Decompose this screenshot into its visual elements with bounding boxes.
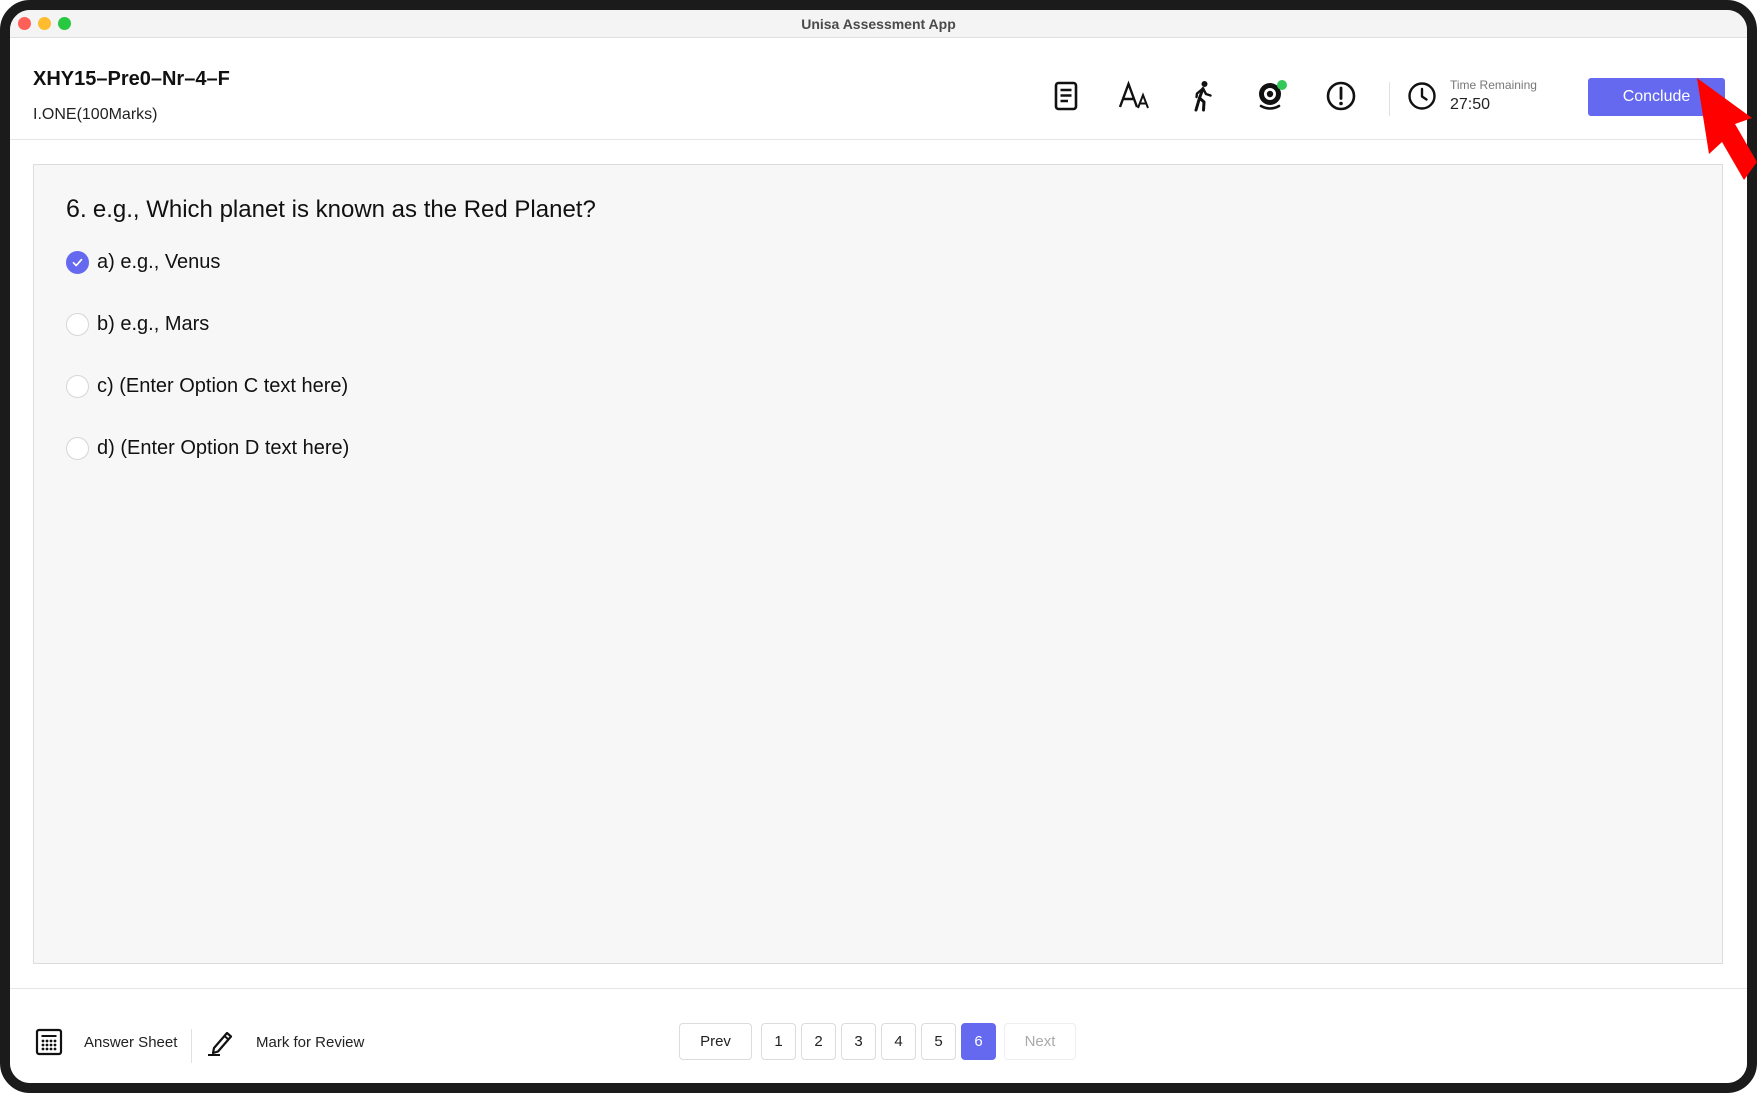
question-text: e.g., Which planet is known as the Red P… bbox=[92, 196, 596, 223]
webcam-button[interactable] bbox=[1252, 76, 1292, 116]
alert-icon bbox=[1326, 81, 1356, 111]
question-text-row: 6. e.g., Which planet is known as the Red… bbox=[66, 195, 596, 224]
mark-for-review-label: Mark for Review bbox=[256, 1033, 365, 1051]
answer-sheet-label: Answer Sheet bbox=[84, 1033, 178, 1051]
next-button[interactable]: Next bbox=[1004, 1023, 1076, 1060]
webcam-status-dot bbox=[1277, 80, 1287, 90]
accessibility-icon bbox=[1194, 81, 1212, 112]
option-a[interactable]: a) e.g., Venus bbox=[66, 251, 220, 274]
page-button-1[interactable]: 1 bbox=[761, 1023, 796, 1060]
option-b-label: b) e.g., Mars bbox=[97, 313, 210, 335]
option-d-label: d) (Enter Option D text here) bbox=[97, 437, 350, 459]
option-b[interactable]: b) e.g., Mars bbox=[66, 313, 209, 336]
page-button-6[interactable]: 6 bbox=[961, 1023, 996, 1060]
time-remaining-label: Time Remaining bbox=[1450, 78, 1537, 92]
mark-for-review-button[interactable]: Mark for Review bbox=[206, 1027, 364, 1057]
footer-divider bbox=[191, 1029, 192, 1063]
accessibility-button[interactable] bbox=[1183, 76, 1223, 116]
notes-icon bbox=[1054, 81, 1078, 111]
pointer-arrow-icon bbox=[1697, 78, 1757, 180]
checkmark-icon bbox=[72, 258, 83, 267]
report-issue-button[interactable] bbox=[1321, 76, 1361, 116]
option-a-radio[interactable] bbox=[66, 251, 89, 274]
option-b-radio[interactable] bbox=[66, 313, 89, 336]
prev-button[interactable]: Prev bbox=[679, 1023, 752, 1060]
option-d[interactable]: d) (Enter Option D text here) bbox=[66, 437, 349, 460]
option-d-radio[interactable] bbox=[66, 437, 89, 460]
font-size-icon bbox=[1118, 80, 1149, 109]
clock-icon bbox=[1408, 82, 1436, 110]
option-a-label: a) e.g., Venus bbox=[97, 251, 221, 273]
grid-icon bbox=[35, 1028, 63, 1056]
time-remaining-value: 27:50 bbox=[1450, 96, 1491, 113]
page-button-4[interactable]: 4 bbox=[881, 1023, 916, 1060]
window-title: Unisa Assessment App bbox=[801, 16, 956, 32]
answer-sheet-button[interactable]: Answer Sheet bbox=[34, 1027, 177, 1057]
page-button-5[interactable]: 5 bbox=[921, 1023, 956, 1060]
question-pagination: Prev 1 2 3 4 5 6 Next bbox=[679, 1023, 1084, 1060]
exam-code: XHY15–Pre0–Nr–4–F bbox=[33, 68, 230, 90]
pencil-icon bbox=[208, 1031, 233, 1056]
option-c-label: c) (Enter Option C text here) bbox=[97, 375, 349, 397]
header-divider bbox=[1389, 82, 1390, 116]
exam-header: XHY15–Pre0–Nr–4–F I.ONE(100Marks) Time R… bbox=[10, 38, 1747, 140]
question-number: 6. bbox=[66, 195, 87, 223]
question-panel: 6. e.g., Which planet is known as the Red… bbox=[33, 164, 1723, 964]
app-window: Unisa Assessment App XHY15–Pre0–Nr–4–F I… bbox=[0, 0, 1757, 1093]
footer-bar: Answer Sheet Mark for Review Prev 1 2 3 … bbox=[10, 988, 1747, 1083]
font-size-button[interactable] bbox=[1115, 76, 1155, 116]
option-c-radio[interactable] bbox=[66, 375, 89, 398]
title-bar: Unisa Assessment App bbox=[10, 10, 1747, 38]
page-button-3[interactable]: 3 bbox=[841, 1023, 876, 1060]
page-button-2[interactable]: 2 bbox=[801, 1023, 836, 1060]
notes-button[interactable] bbox=[1046, 76, 1086, 116]
exam-section: I.ONE(100Marks) bbox=[33, 106, 158, 123]
option-c[interactable]: c) (Enter Option C text here) bbox=[66, 375, 348, 398]
webcam-icon bbox=[1259, 80, 1287, 110]
